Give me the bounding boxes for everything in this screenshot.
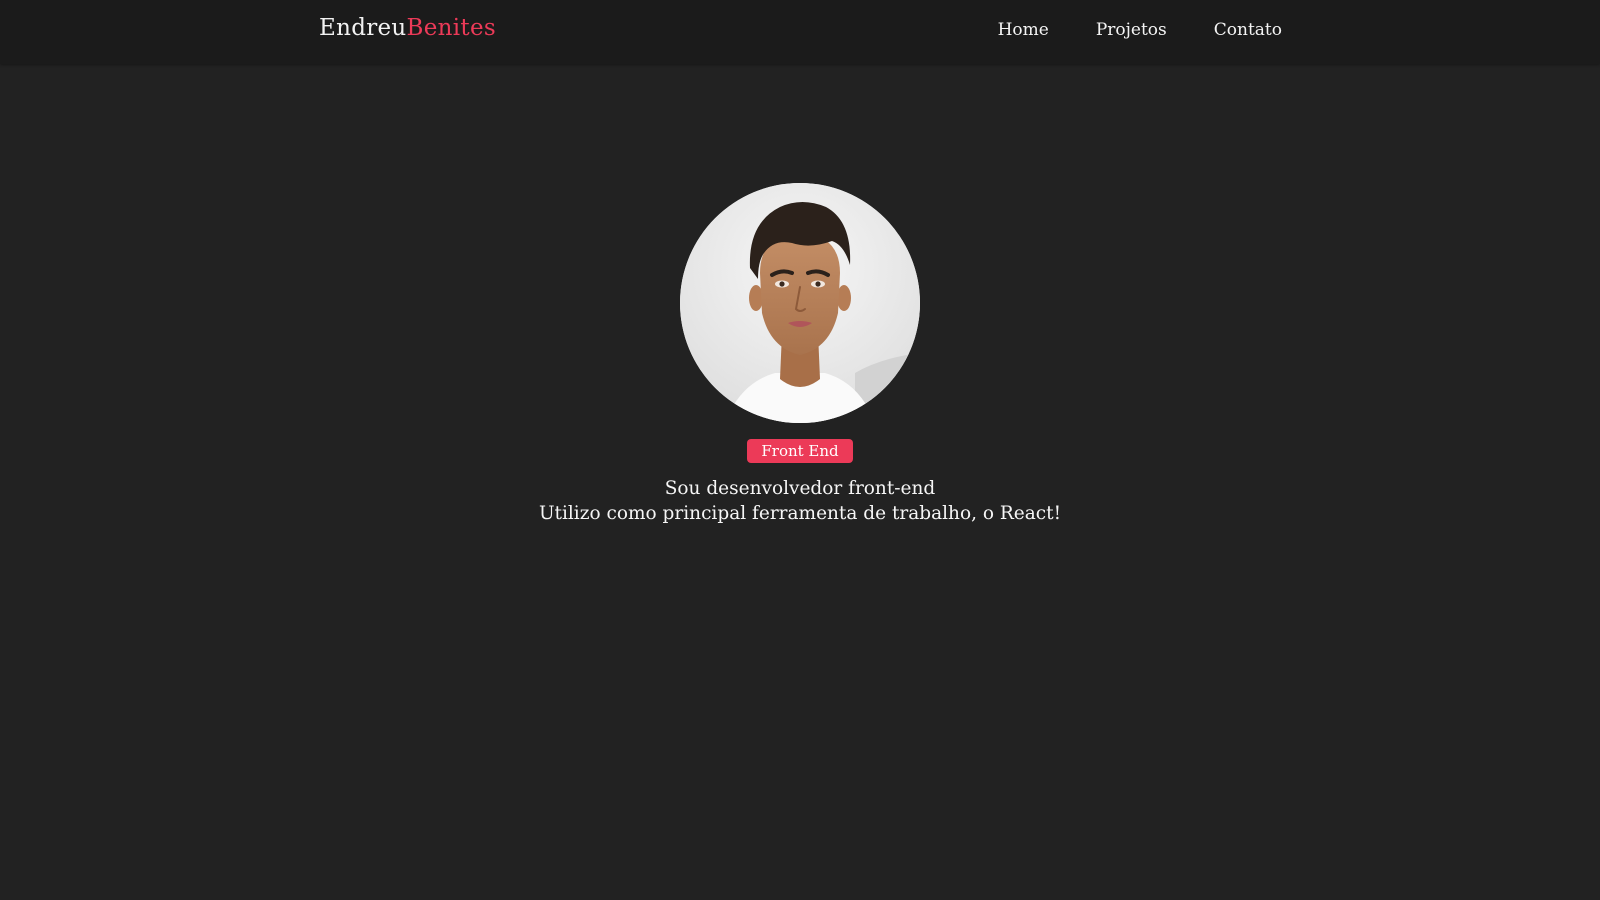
- main-nav: Home Projetos Contato: [998, 20, 1282, 40]
- brand-first-name: Endreu: [319, 15, 407, 41]
- profile-avatar: [680, 183, 920, 423]
- nav-link-contato[interactable]: Contato: [1214, 20, 1282, 40]
- brand-last-name: Benites: [406, 15, 496, 41]
- bio-text: Sou desenvolvedor front-end Utilizo como…: [539, 477, 1061, 526]
- hero-section: Front End Sou desenvolvedor front-end Ut…: [0, 183, 1600, 526]
- bio-line-2: Utilizo como principal ferramenta de tra…: [538, 502, 1062, 524]
- top-navbar: EndreuBenites Home Projetos Contato: [0, 0, 1600, 64]
- nav-link-home[interactable]: Home: [998, 20, 1049, 40]
- profile-photo-icon: [680, 183, 920, 423]
- role-badge: Front End: [747, 439, 853, 463]
- bio-line-1: Sou desenvolvedor front-end: [664, 478, 936, 499]
- nav-link-projetos[interactable]: Projetos: [1096, 20, 1167, 40]
- brand-logo[interactable]: EndreuBenites: [319, 15, 496, 41]
